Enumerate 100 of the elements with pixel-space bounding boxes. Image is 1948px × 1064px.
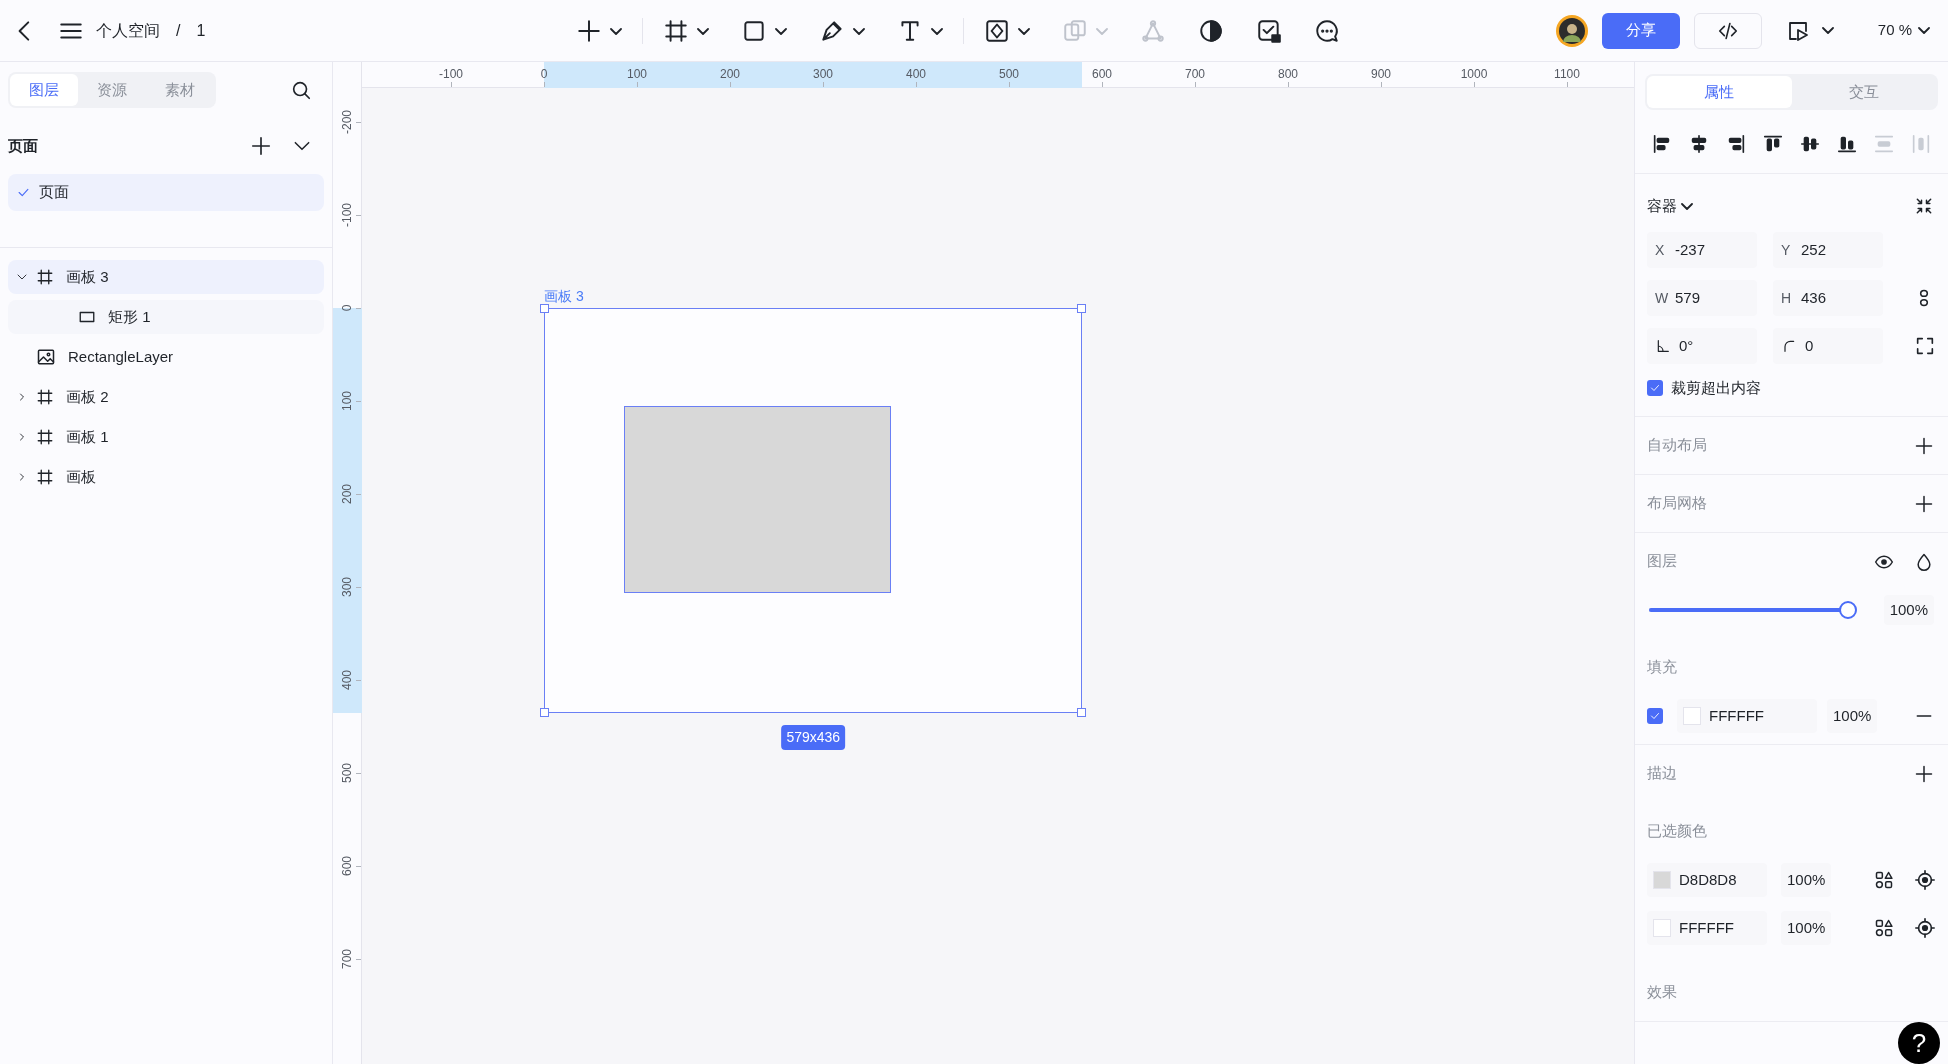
resize-handle[interactable]: [1077, 304, 1086, 313]
layer-item[interactable]: 画板: [8, 460, 324, 494]
color-field[interactable]: D8D8D8: [1647, 863, 1767, 897]
ruler-label: 100: [339, 391, 355, 411]
resize-handle[interactable]: [540, 708, 549, 717]
field-label: H: [1781, 288, 1793, 308]
contrast-icon: [1198, 18, 1224, 44]
section-title: 自动布局: [1647, 435, 1707, 456]
caret-icon: [1918, 27, 1930, 34]
help-button[interactable]: ?: [1898, 1022, 1940, 1064]
resize-handle[interactable]: [1077, 708, 1086, 717]
avatar[interactable]: [1555, 14, 1588, 47]
checkbox[interactable]: [1647, 380, 1663, 396]
panel-tab[interactable]: 属性: [1647, 76, 1792, 108]
caret-icon: [1096, 27, 1108, 35]
zoom-dropdown[interactable]: 70 %: [1877, 12, 1930, 49]
plus-icon[interactable]: [1914, 763, 1934, 784]
section-title: 描边: [1647, 763, 1677, 784]
color-field[interactable]: FFFFFF: [1647, 911, 1767, 945]
section-title: 页面: [8, 135, 38, 156]
checkbox[interactable]: [1647, 708, 1663, 724]
share-button[interactable]: 分享: [1601, 12, 1680, 49]
field-label: Y: [1781, 240, 1792, 260]
ruler-label: 300: [339, 577, 355, 597]
input-field[interactable]: 0°: [1647, 328, 1757, 364]
size-badge: 579x436: [781, 725, 846, 751]
input-field[interactable]: X -237: [1647, 232, 1757, 268]
frame-icon: [663, 18, 689, 44]
ruler-label: 600: [1092, 66, 1112, 83]
plus-icon: [576, 18, 602, 44]
caret-icon: [697, 27, 709, 35]
slider-thumb[interactable]: [1839, 601, 1857, 619]
plus-icon[interactable]: [1914, 493, 1934, 514]
section-title: 填充: [1647, 656, 1677, 677]
ruler-label: 200: [720, 66, 740, 83]
breadcrumb-link[interactable]: 个人空间: [96, 18, 160, 43]
input-field[interactable]: Y 252: [1773, 232, 1883, 268]
ruler-label: 100: [627, 66, 647, 83]
opacity-field[interactable]: 100%: [1883, 594, 1934, 626]
container-dropdown[interactable]: 容器: [1647, 194, 1693, 218]
caret-icon: [931, 27, 943, 35]
ruler-label: 300: [813, 66, 833, 83]
code-button[interactable]: [1693, 12, 1762, 49]
shapes-icon[interactable]: [1874, 870, 1894, 890]
section-title: 已选颜色: [1647, 820, 1707, 841]
layer-item[interactable]: 画板 1: [8, 420, 324, 454]
input-field[interactable]: H 436: [1773, 280, 1883, 316]
field-value: -237: [1675, 239, 1706, 260]
section-title: 布局网格: [1647, 493, 1707, 514]
plus-icon[interactable]: [250, 135, 272, 157]
layer-item[interactable]: RectangleLayer: [8, 340, 324, 374]
input-field[interactable]: W 579: [1647, 280, 1757, 316]
ruler-label: 800: [1278, 66, 1298, 83]
checkmark-icon: [1649, 710, 1661, 722]
collapse-icon[interactable]: [1914, 196, 1934, 216]
ruler-label: 0: [339, 304, 355, 312]
checkbox-row[interactable]: 裁剪超出内容: [1635, 374, 1948, 402]
color-hex: D8D8D8: [1679, 869, 1737, 890]
layer-item[interactable]: 矩形 1: [8, 300, 324, 334]
corners-icon[interactable]: [1914, 335, 1936, 357]
file-name: 1: [196, 20, 206, 41]
field-label: W: [1655, 288, 1670, 308]
ruler-label: 500: [999, 66, 1019, 83]
caret-icon: [610, 27, 622, 35]
field-value: 436: [1801, 287, 1827, 308]
layer-name: 画板 2: [66, 386, 109, 407]
layer-name: 画板: [66, 466, 96, 487]
comment-icon: [1314, 18, 1340, 44]
image-icon: [36, 347, 56, 367]
opacity-field[interactable]: 100%: [1781, 910, 1832, 946]
ruler-label: -200: [339, 110, 355, 134]
search-icon[interactable]: [290, 79, 312, 101]
panel-tab[interactable]: 图层: [10, 74, 78, 106]
field-label: X: [1655, 240, 1666, 260]
layer-name: 画板 1: [66, 426, 109, 447]
layer-item[interactable]: 画板 3: [8, 260, 324, 294]
ruler-label: 600: [339, 856, 355, 876]
caret-icon: [1821, 27, 1834, 34]
target-icon[interactable]: [1914, 869, 1936, 891]
shapes-icon[interactable]: [1874, 918, 1894, 938]
opacity-icon[interactable]: [1914, 551, 1934, 572]
frame-icon: [36, 468, 54, 486]
input-field[interactable]: 0: [1773, 328, 1883, 364]
field-value: 579: [1675, 287, 1701, 308]
section-title: 图层: [1647, 551, 1677, 572]
page-item[interactable]: 页面: [8, 174, 324, 211]
field-value: 0: [1805, 335, 1814, 356]
page-name: 页面: [39, 182, 69, 203]
color-field[interactable]: FFFFFF: [1677, 699, 1817, 733]
caret-icon: [1018, 27, 1030, 35]
target-icon[interactable]: [1914, 917, 1936, 939]
resize-handle[interactable]: [540, 304, 549, 313]
ruler-label: 700: [339, 949, 355, 969]
pen-icon: [819, 18, 845, 44]
ruler-label: 200: [339, 484, 355, 504]
opacity-field[interactable]: 100%: [1781, 862, 1832, 898]
opacity-field[interactable]: 100%: [1827, 698, 1878, 734]
plus-icon[interactable]: [1914, 435, 1934, 456]
layer-item[interactable]: 画板 2: [8, 380, 324, 414]
ruler-label: 500: [339, 763, 355, 783]
